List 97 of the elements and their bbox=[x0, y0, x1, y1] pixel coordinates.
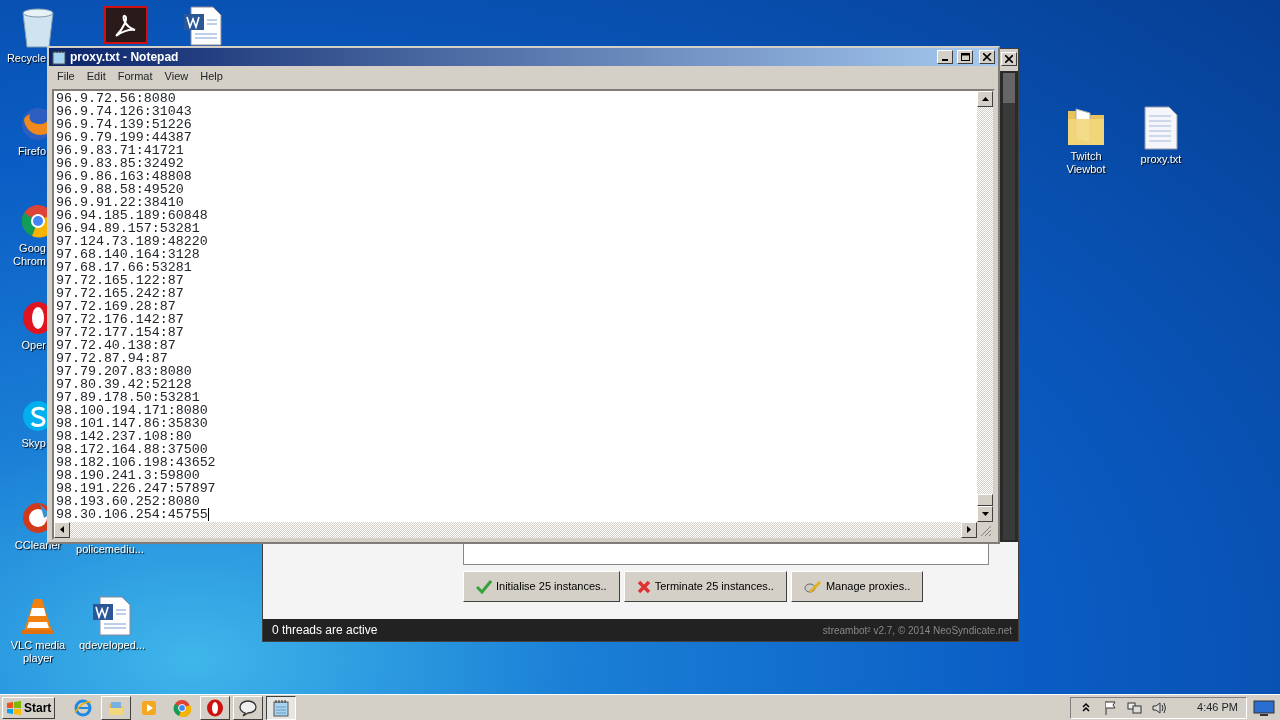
text-line: 97.72.176.142:87 bbox=[56, 312, 185, 326]
text-line: 96.94.185.189:60848 bbox=[56, 208, 209, 222]
icon-label: Oper bbox=[21, 339, 46, 352]
text-line: 96.9.88.58:49520 bbox=[56, 182, 185, 196]
text-line: 96.9.74.126:31043 bbox=[56, 104, 193, 118]
text-line: 97.72.87.94:87 bbox=[56, 351, 169, 365]
text-line: 96.9.72.56:8080 bbox=[56, 91, 177, 105]
scroll-left-button[interactable] bbox=[54, 521, 70, 538]
browser-icon bbox=[74, 698, 93, 717]
text-line: 98.100.194.171:8080 bbox=[56, 403, 209, 417]
vertical-scrollbar[interactable] bbox=[977, 90, 993, 522]
text-line: 97.124.73.189:48220 bbox=[56, 234, 209, 248]
menu-item[interactable]: Help bbox=[194, 68, 229, 85]
traffic-cone-icon[interactable] bbox=[20, 596, 56, 636]
menu-item[interactable]: Format bbox=[111, 68, 159, 85]
icon-label: policemediu... bbox=[76, 543, 144, 556]
recycle-bin-icon[interactable] bbox=[19, 5, 57, 49]
text-line: 96.9.79.199:44387 bbox=[56, 130, 193, 144]
text-field[interactable] bbox=[463, 542, 989, 565]
pdf-icon[interactable] bbox=[104, 6, 148, 44]
icon-label: Recycle bbox=[6, 52, 46, 65]
action-button[interactable]: Manage proxies.. bbox=[790, 571, 924, 602]
maximize-button[interactable] bbox=[957, 50, 973, 64]
start-button[interactable]: Start bbox=[2, 696, 56, 719]
icon-label: proxy.txt bbox=[1140, 153, 1182, 166]
menu-item[interactable]: View bbox=[158, 68, 195, 85]
icon-label: CCleaner bbox=[14, 539, 62, 552]
clock-text[interactable]: 4:46 PM bbox=[1197, 699, 1238, 716]
close-icon bbox=[982, 53, 992, 61]
text-line: 96.94.89.157:53281 bbox=[56, 221, 201, 235]
menu-item[interactable]: Edit bbox=[80, 68, 112, 85]
text-line: 97.80.39.42:52128 bbox=[56, 377, 193, 391]
icon-label: Firefo bbox=[17, 145, 46, 158]
scroll-thumb[interactable] bbox=[977, 493, 993, 506]
close-button[interactable] bbox=[979, 50, 995, 64]
text-line: 98.182.106.198:43652 bbox=[56, 455, 217, 469]
windows-logo-icon bbox=[6, 700, 22, 715]
opera-icon bbox=[206, 698, 225, 717]
text-line: 97.89.178.50:53281 bbox=[56, 390, 201, 404]
arrow-up-icon bbox=[981, 96, 989, 101]
text-line: 97.72.169.28:87 bbox=[56, 299, 177, 313]
text-line: 97.72.165.122:87 bbox=[56, 273, 185, 287]
minimize-button[interactable] bbox=[937, 50, 953, 64]
status-text: 0 threads are active bbox=[272, 622, 378, 639]
text-line: 96.9.86.163:48808 bbox=[56, 169, 193, 183]
text-line: 97.72.165.242:87 bbox=[56, 286, 185, 300]
word-document-icon[interactable] bbox=[92, 596, 132, 636]
window-title: proxy.txt - Notepad bbox=[70, 49, 179, 66]
maximize-icon bbox=[960, 53, 970, 61]
word-document-icon[interactable] bbox=[183, 6, 223, 46]
text-line: 97.68.17.66:53281 bbox=[56, 260, 193, 274]
speech-bubble-icon bbox=[239, 698, 258, 717]
speaker-icon[interactable] bbox=[1151, 699, 1168, 716]
text-line: 98.142.237.108:80 bbox=[56, 429, 193, 443]
close-icon bbox=[1005, 55, 1013, 63]
text-file-icon[interactable] bbox=[1143, 106, 1179, 150]
text-line: 98.30.106.254:45755 bbox=[56, 507, 209, 521]
play-icon bbox=[140, 698, 159, 717]
scroll-right-button[interactable] bbox=[961, 521, 977, 538]
scroll-up-button[interactable] bbox=[977, 90, 993, 107]
text-line: 96.9.74.139:51226 bbox=[56, 117, 193, 131]
text-line: 98.190.241.3:59800 bbox=[56, 468, 201, 482]
chrome-icon bbox=[173, 698, 192, 717]
text-line: 97.68.140.164:3128 bbox=[56, 247, 201, 261]
close-button[interactable] bbox=[1001, 52, 1017, 66]
icon-label: Skyp bbox=[21, 437, 46, 450]
taskbar-button[interactable] bbox=[266, 695, 297, 720]
icon-label: Goog Chrom bbox=[13, 242, 46, 268]
text-line: 98.101.147.86:35830 bbox=[56, 416, 209, 430]
action-button[interactable]: Terminate 25 instances.. bbox=[623, 571, 787, 602]
arrow-right-icon bbox=[967, 526, 971, 533]
text-line: 97.72.40.138:87 bbox=[56, 338, 177, 352]
arrow-down-icon bbox=[981, 511, 989, 516]
text-line: 96.9.83.71:41721 bbox=[56, 143, 185, 157]
credit-text: streambot² v2.7, © 2014 NeoSyndicate.net bbox=[822, 623, 1012, 638]
icon-label: VLC media player bbox=[10, 639, 66, 665]
scrollbar[interactable] bbox=[1003, 73, 1015, 540]
text-line: 98.172.164.88:37500 bbox=[56, 442, 209, 456]
icon-label: qdeveloped... bbox=[78, 639, 146, 652]
pencil-icon bbox=[803, 579, 822, 594]
cross-icon bbox=[636, 579, 651, 594]
text-line: 96.9.83.85:32492 bbox=[56, 156, 185, 170]
notepad-icon bbox=[272, 698, 291, 717]
notepad-icon bbox=[52, 49, 66, 65]
text-line: 98.193.60.252:8080 bbox=[56, 494, 201, 508]
show-desktop-icon[interactable] bbox=[1253, 699, 1275, 716]
action-button[interactable]: Initialise 25 instances.. bbox=[463, 571, 620, 602]
text-line: 98.191.226.247:57897 bbox=[56, 481, 217, 495]
network-icon[interactable] bbox=[1127, 699, 1144, 716]
text-line: 97.79.207.83:8080 bbox=[56, 364, 193, 378]
icon-label: Twitch Viewbot bbox=[1066, 150, 1106, 176]
text-line: 96.9.91.22:38410 bbox=[56, 195, 185, 209]
check-icon bbox=[476, 579, 492, 594]
menu-item[interactable]: File bbox=[51, 68, 81, 85]
arrow-left-icon bbox=[60, 526, 64, 533]
text-line: 97.72.177.154:87 bbox=[56, 325, 185, 339]
horizontal-scrollbar[interactable] bbox=[54, 521, 977, 538]
